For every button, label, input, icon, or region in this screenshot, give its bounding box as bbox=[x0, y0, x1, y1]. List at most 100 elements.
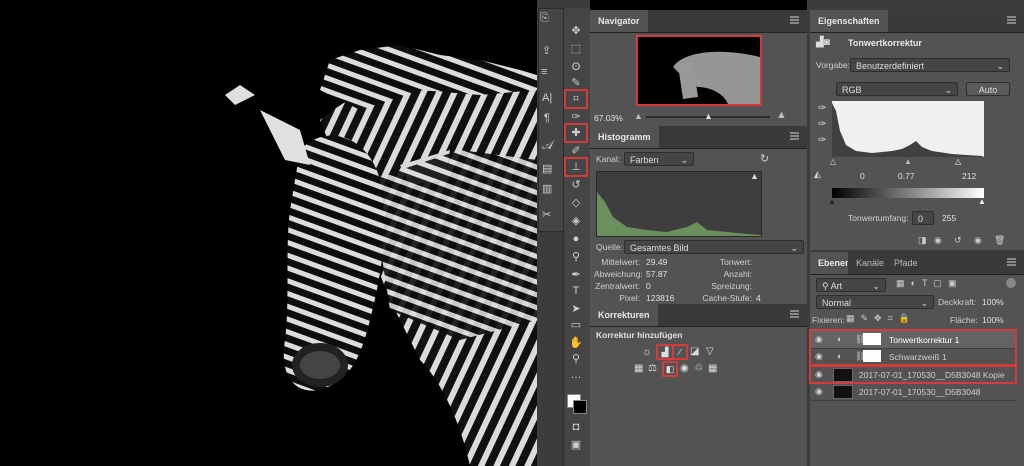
source-value: Gesamtes Bild bbox=[630, 243, 689, 253]
reset-icon[interactable]: ↺ bbox=[954, 235, 962, 246]
crop-tool-icon[interactable]: ⌗ bbox=[564, 89, 588, 109]
tab-histogram[interactable]: Histogramm bbox=[590, 126, 659, 148]
clip-to-layer-icon[interactable]: ◨ bbox=[918, 235, 927, 246]
opacity-value[interactable]: 100% bbox=[982, 297, 1004, 307]
layer-comps-icon[interactable]: ▤ bbox=[542, 162, 552, 175]
output-white-value[interactable]: 255 bbox=[942, 213, 956, 223]
output-gradient bbox=[832, 188, 984, 198]
paint-bucket-icon[interactable]: ◈ bbox=[565, 212, 587, 230]
refresh-icon[interactable]: ↻ bbox=[760, 152, 769, 165]
exposure-icon[interactable]: ◪ bbox=[690, 346, 699, 357]
fill-value[interactable]: 100% bbox=[982, 315, 1004, 325]
notes-icon[interactable]: ▥ bbox=[542, 182, 552, 195]
color-lookup-icon[interactable]: ▦ bbox=[708, 363, 717, 374]
white-input-slider[interactable]: △ bbox=[955, 157, 961, 166]
tab-navigator[interactable]: Navigator bbox=[590, 10, 648, 32]
panel-menu-icon[interactable] bbox=[790, 16, 799, 24]
navigator-preview[interactable] bbox=[636, 35, 762, 106]
sliders-icon[interactable]: ≡ bbox=[541, 66, 547, 78]
channel-select[interactable]: RGB ⌄ bbox=[836, 82, 958, 96]
output-black-slider[interactable]: ▲ bbox=[828, 197, 836, 206]
more-tools-icon[interactable]: … bbox=[565, 366, 587, 384]
channel-mixer-icon[interactable]: ♲ bbox=[694, 363, 703, 374]
healing-brush-icon[interactable]: ✚ bbox=[564, 123, 588, 143]
warning-icon[interactable]: ▲ bbox=[750, 171, 759, 181]
channel-label: Kanal: bbox=[596, 154, 621, 164]
stat-value: 29.49 bbox=[646, 257, 668, 267]
clipping-icon[interactable]: ◭ bbox=[814, 169, 821, 180]
history-brush-icon[interactable]: ↺ bbox=[565, 176, 587, 194]
zoom-out-icon[interactable]: ▲ bbox=[634, 111, 643, 121]
hue-saturation-icon[interactable]: ▦ bbox=[634, 363, 643, 374]
white-eyedropper-icon[interactable]: ✑ bbox=[818, 135, 826, 146]
panel-menu-icon[interactable] bbox=[1007, 16, 1016, 24]
chevron-down-icon: ⌄ bbox=[790, 243, 798, 253]
lock-icons[interactable]: ▦✎✥⌗🔒 bbox=[846, 313, 916, 324]
glyph-icon[interactable]: 𝒜 bbox=[542, 138, 553, 153]
black-input-slider[interactable]: △ bbox=[830, 157, 836, 166]
delete-icon[interactable]: 🗑 bbox=[994, 235, 1005, 246]
black-white-icon[interactable]: ◧ bbox=[662, 361, 678, 377]
layer-thumbnail[interactable] bbox=[833, 385, 853, 399]
zoom-value[interactable]: 67.03% bbox=[594, 113, 623, 123]
source-select[interactable]: Gesamtes Bild ⌄ bbox=[624, 240, 804, 254]
blend-mode-select[interactable]: Normal ⌄ bbox=[816, 295, 934, 309]
stat-label: Pixel: bbox=[619, 293, 640, 303]
plugin-icon[interactable]: ⇪ bbox=[542, 44, 551, 57]
document-canvas[interactable] bbox=[0, 0, 537, 466]
highlight-adjustment-layers bbox=[809, 329, 1017, 366]
panel-menu-icon[interactable] bbox=[790, 310, 799, 318]
brightness-contrast-icon[interactable]: ☼ bbox=[642, 346, 652, 358]
history-icon[interactable]: ⎘ bbox=[540, 12, 549, 25]
stat-value: 4 bbox=[756, 293, 761, 303]
input-black-value[interactable]: 0 bbox=[860, 171, 865, 181]
gray-eyedropper-icon[interactable]: ✑ bbox=[818, 119, 826, 130]
background-color-swatch[interactable] bbox=[573, 400, 587, 414]
input-white-value[interactable]: 212 bbox=[962, 171, 976, 181]
zoom-slider-thumb[interactable]: ▲ bbox=[704, 111, 713, 121]
character-icon[interactable]: A| bbox=[542, 92, 552, 104]
panel-menu-icon[interactable] bbox=[790, 132, 799, 140]
zoom-in-icon[interactable]: ▲ bbox=[776, 109, 787, 121]
channel-select[interactable]: Farben ⌄ bbox=[624, 152, 694, 166]
output-black-field[interactable]: 0 bbox=[912, 211, 934, 225]
panel-menu-icon[interactable] bbox=[1007, 258, 1016, 266]
output-white-slider[interactable]: ▲ bbox=[978, 197, 986, 206]
visibility-icon[interactable]: ◉ bbox=[974, 235, 982, 246]
eraser-tool-icon[interactable]: ◇ bbox=[565, 194, 587, 212]
shape-tool-icon[interactable]: ▭ bbox=[565, 316, 587, 334]
gamma-input-slider[interactable]: ▲ bbox=[904, 157, 912, 166]
photo-filter-icon[interactable]: ◉ bbox=[680, 363, 689, 374]
black-eyedropper-icon[interactable]: ✑ bbox=[818, 103, 826, 114]
curves-icon[interactable]: ⁄ bbox=[672, 344, 688, 360]
quick-mask-icon[interactable]: ◘ bbox=[565, 418, 587, 436]
filter-toggle[interactable] bbox=[1006, 278, 1016, 288]
tab-corrections[interactable]: Korrekturen bbox=[590, 304, 658, 326]
view-previous-icon[interactable]: ◉ bbox=[934, 235, 942, 246]
eye-icon[interactable]: ◉ bbox=[815, 386, 823, 397]
color-balance-icon[interactable]: ⚖ bbox=[648, 363, 657, 374]
layer-filter-select[interactable]: ⚲ Art ⌄ bbox=[816, 278, 886, 292]
dodge-tool-icon[interactable]: ⚲ bbox=[565, 248, 587, 266]
tool-presets-icon[interactable]: ✂ bbox=[542, 208, 551, 221]
marquee-tool-icon[interactable]: ⬚ bbox=[565, 40, 587, 58]
layer-row[interactable]: ◉ 2017-07-01_170530__D5B3048 bbox=[811, 383, 1017, 401]
tab-paths[interactable]: Pfade bbox=[886, 252, 926, 274]
stat-label: Cache-Stufe: bbox=[702, 293, 752, 303]
vibrance-icon[interactable]: ▽ bbox=[706, 346, 714, 357]
channel-value: RGB bbox=[842, 85, 862, 95]
tab-properties[interactable]: Eigenschaften bbox=[810, 10, 888, 32]
screen-mode-icon[interactable]: ▣ bbox=[565, 436, 587, 454]
input-gamma-value[interactable]: 0.77 bbox=[898, 171, 915, 181]
move-tool-icon[interactable]: ✥ bbox=[565, 22, 587, 40]
paragraph-icon[interactable]: ¶ bbox=[544, 112, 550, 124]
preset-select[interactable]: Benutzerdefiniert ⌄ bbox=[850, 58, 1010, 72]
auto-button[interactable]: Auto bbox=[966, 82, 1010, 96]
stamp-tool-icon[interactable]: ⊥ bbox=[564, 157, 588, 177]
type-tool-icon[interactable]: T bbox=[565, 282, 587, 300]
lock-label: Fixieren: bbox=[812, 315, 845, 325]
blur-tool-icon[interactable]: ● bbox=[565, 230, 587, 248]
chevron-down-icon: ⌄ bbox=[920, 298, 928, 308]
opacity-label: Deckkraft: bbox=[938, 297, 977, 307]
filter-icons[interactable]: ▦◐T▢▣ bbox=[896, 278, 962, 289]
